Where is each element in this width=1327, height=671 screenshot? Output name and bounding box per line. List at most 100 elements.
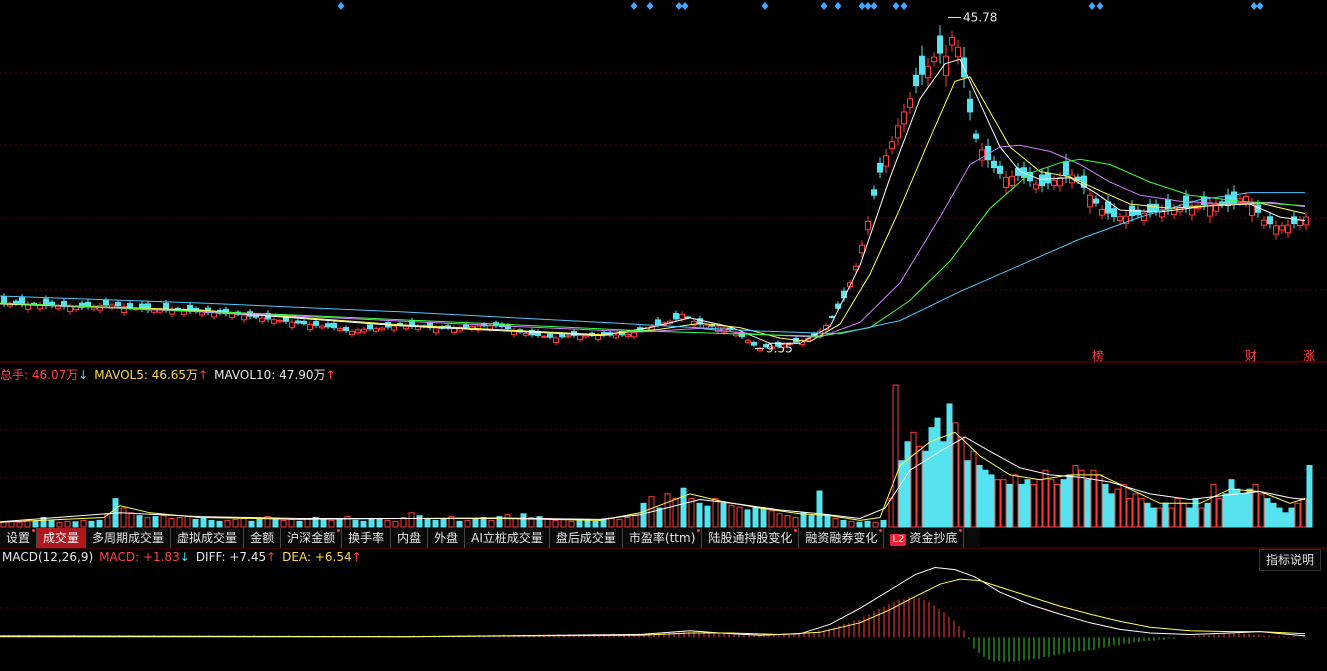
tab-5[interactable]: 沪深金额 <box>281 528 343 548</box>
volume-bar <box>160 515 167 528</box>
candle-body <box>271 319 277 324</box>
volume-bar <box>352 519 359 528</box>
candle-body <box>211 312 217 318</box>
volume-bar <box>384 519 391 528</box>
candle-body <box>361 328 367 333</box>
volume-bar <box>144 517 151 528</box>
volume-bar <box>824 514 831 528</box>
stock-chart[interactable]: 45.78 9.55 榜 财 涨 <box>0 0 1327 671</box>
trend-arrow-icon: ↑ <box>266 550 277 564</box>
candle-body <box>1171 207 1177 215</box>
candle-body <box>889 141 895 150</box>
volume-bar <box>1228 479 1235 528</box>
tab-8[interactable]: 外盘 <box>428 528 466 548</box>
volume-bar <box>608 517 615 528</box>
volume-bar <box>152 516 159 528</box>
volume-bar <box>760 508 767 528</box>
volume-bar <box>922 450 929 528</box>
volume-bar <box>1048 479 1055 528</box>
candle-body <box>67 306 73 313</box>
candle-body <box>877 162 883 173</box>
volume-bar <box>216 520 223 528</box>
volume-bar <box>632 515 639 528</box>
indicator-help-button[interactable]: 指标说明 <box>1258 549 1321 571</box>
tab-3[interactable]: 虚拟成交量 <box>171 528 245 548</box>
tab-2[interactable]: 多周期成交量 <box>86 528 172 548</box>
candle-body <box>631 332 637 338</box>
volume-bar <box>232 518 239 528</box>
volume-bar <box>72 521 79 528</box>
candle-body <box>925 65 931 79</box>
volume-bar <box>1096 474 1103 528</box>
tab-13[interactable]: 融资融券变化 <box>799 528 885 548</box>
candle-body <box>565 335 571 338</box>
tab-6[interactable]: 换手率 <box>342 528 392 548</box>
volume-bar <box>272 517 279 528</box>
tab-label: 金额 <box>250 531 275 545</box>
candle-body <box>463 324 469 328</box>
event-diamond-icon <box>834 2 842 10</box>
event-diamond-icon <box>630 2 638 10</box>
candle-body <box>1039 174 1045 187</box>
volume-bar <box>1108 493 1115 528</box>
candle-body <box>1153 203 1159 212</box>
macd-legend-item: DIFF: +7.45↑ <box>196 550 276 564</box>
volume-bar <box>964 460 971 528</box>
tab-4[interactable]: 金额 <box>244 528 282 548</box>
tab-label: 设置 <box>6 531 31 545</box>
volume-bar <box>1066 474 1073 528</box>
tab-11[interactable]: 市盈率(ttm) <box>623 528 703 548</box>
candle-body <box>625 334 631 338</box>
tab-0[interactable]: 设置 <box>0 528 38 548</box>
indicator-tabs: 设置 成交量 多周期成交量 虚拟成交量 金额 沪深金额 换手率 内盘 外盘 AI立桩成交量 盘后成交… <box>0 528 980 548</box>
volume-bar <box>48 519 55 528</box>
volume-bar <box>1012 474 1019 528</box>
candle-body <box>895 125 901 139</box>
tab-14[interactable]: L2 资金抄底 <box>884 528 965 548</box>
tab-12[interactable]: 陆股通持股变化 <box>702 528 800 548</box>
trend-arrow-icon: ↑ <box>351 550 362 564</box>
tab-7[interactable]: 内盘 <box>391 528 429 548</box>
candle-body <box>1093 198 1099 204</box>
volume-bar <box>336 517 343 528</box>
volume-bar <box>856 521 863 528</box>
candle-body <box>871 189 877 196</box>
volume-bar <box>1120 483 1127 528</box>
volume-bar <box>1168 507 1175 528</box>
volume-bar <box>1210 483 1217 528</box>
volume-bar <box>1270 502 1277 528</box>
volume-bar <box>872 521 879 528</box>
macd-legend: MACD(12,26,9) MACD: +1.83↓ DIFF: +7.45↑ DEA… <box>2 550 368 566</box>
candle-body <box>1261 219 1267 226</box>
volume-bar <box>704 505 711 528</box>
volume-bar <box>488 519 495 528</box>
volume-legend-value: MAVOL5: 46.65万 <box>94 368 199 382</box>
macd-legend-item: MACD(12,26,9) <box>2 550 93 564</box>
candle-body <box>1057 177 1063 187</box>
volume-bar <box>1240 493 1247 528</box>
event-marker-cai: 财 <box>1245 349 1257 363</box>
candle-body <box>751 341 757 346</box>
volume-bar <box>600 519 607 528</box>
volume-bar <box>792 517 799 528</box>
tab-9[interactable]: AI立桩成交量 <box>465 528 550 548</box>
candle-body <box>973 133 979 139</box>
tab-10[interactable]: 盘后成交量 <box>550 528 623 548</box>
volume-bar <box>784 515 791 528</box>
volume-bar <box>368 518 375 528</box>
candle-body <box>73 306 79 311</box>
volume-bar <box>1300 498 1307 528</box>
tab-1[interactable]: 成交量 <box>37 528 87 548</box>
candle-body <box>859 244 865 254</box>
candle-body <box>1111 208 1117 218</box>
volume-bar <box>424 518 431 528</box>
event-marker-zhang: 涨 <box>1303 348 1315 363</box>
candle-body <box>1087 194 1093 208</box>
volume-bar <box>96 519 103 528</box>
tab-indicator-dot <box>879 529 883 532</box>
volume-bar <box>168 517 175 528</box>
volume-bar <box>616 518 623 528</box>
volume-bar <box>910 431 917 528</box>
volume-bar <box>656 507 663 528</box>
volume-bar <box>1222 493 1229 528</box>
